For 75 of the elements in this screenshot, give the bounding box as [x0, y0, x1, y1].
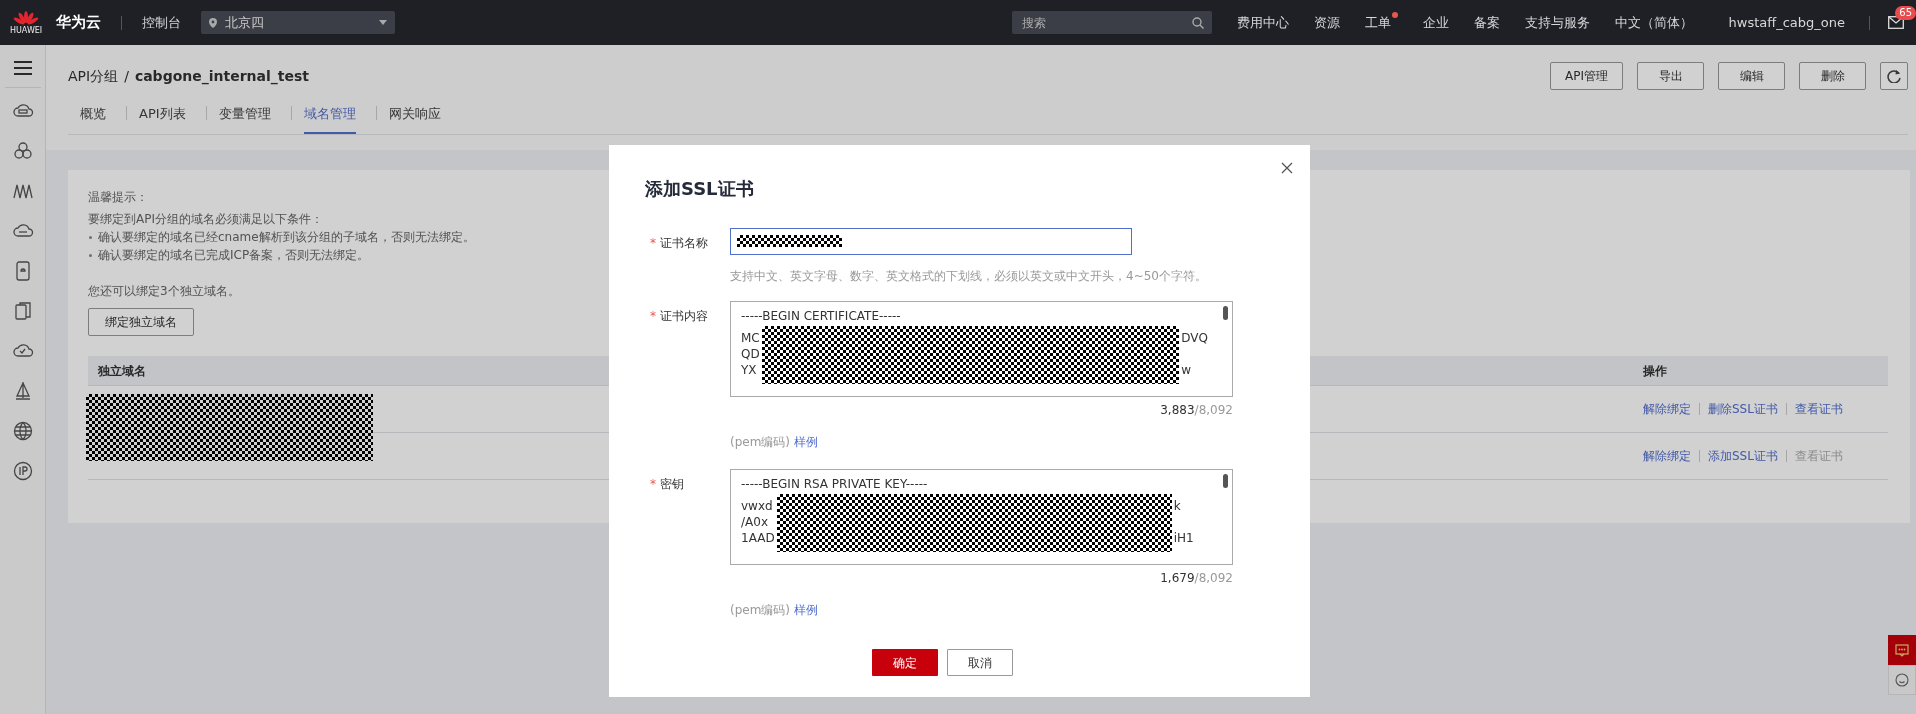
logo-caption: HUAWEI [10, 26, 43, 35]
console-link[interactable]: 控制台 [142, 12, 182, 33]
nav-link[interactable]: 工单 [1364, 12, 1398, 33]
format-note: (pem编码) 样例 [730, 434, 819, 451]
example-link[interactable]: 样例 [793, 603, 818, 617]
tab[interactable]: 变量管理 [218, 104, 271, 134]
action-button[interactable]: 编辑 [1718, 62, 1785, 90]
nav-link[interactable]: 支持与服务 [1524, 12, 1590, 33]
nav-link[interactable]: 中文（简体） [1614, 12, 1693, 33]
scrollbar-thumb[interactable] [1223, 306, 1228, 320]
tab[interactable]: 域名管理 [303, 104, 356, 134]
confirm-button[interactable]: 确定 [872, 649, 938, 676]
nav-link[interactable]: 费用中心 [1236, 12, 1289, 33]
region-dropdown[interactable]: 北京四 [201, 11, 396, 34]
action-button[interactable]: API管理 [1550, 62, 1623, 90]
action-link[interactable]: 添加SSL证书 [1708, 447, 1778, 465]
nav-link[interactable]: 企业 [1422, 12, 1449, 33]
chat-icon [1895, 643, 1909, 657]
cancel-button[interactable]: 取消 [947, 649, 1013, 676]
certificate-field[interactable]: -----BEGIN CERTIFICATE----- MC QD YX DVQ w [730, 301, 1233, 397]
nav-link[interactable]: 资源 [1313, 12, 1340, 33]
tab[interactable]: 概览 [80, 104, 106, 134]
field-label: 证书内容 [660, 308, 708, 325]
notice-text: 要绑定到API分组的域名必须满足以下条件： [88, 211, 323, 228]
bullet-dot [89, 236, 92, 239]
close-icon[interactable] [1281, 162, 1293, 174]
feedback-button[interactable] [1888, 665, 1916, 695]
flower-logo[interactable] [13, 10, 40, 27]
scrollbar-thumb[interactable] [1223, 474, 1228, 488]
user-name[interactable]: hwstaff_cabg_one [1728, 12, 1845, 33]
character-counter: 3,883/8,092 [1159, 402, 1233, 419]
circle-icon[interactable] [11, 460, 34, 482]
search-icon[interactable] [1191, 17, 1204, 29]
field-label: 密钥 [660, 476, 684, 493]
refresh-button[interactable] [1880, 62, 1908, 90]
column-header: 操作 [1633, 356, 1888, 386]
required-mark: * [650, 308, 656, 325]
required-mark: * [650, 476, 656, 493]
notice-title: 温馨提示： [88, 189, 148, 206]
action-button[interactable]: 导出 [1637, 62, 1704, 90]
action-link[interactable]: 查看证书 [1794, 400, 1843, 418]
action-link[interactable]: 解除绑定 [1643, 447, 1691, 465]
notice-text: 您还可以绑定3个独立域名。 [88, 283, 240, 300]
example-link[interactable]: 样例 [793, 435, 818, 449]
bullet-item: 确认要绑定的域名已经cname解析到该分组的子域名，否则无法绑定。 [88, 228, 475, 246]
globe-icon[interactable] [11, 420, 34, 442]
format-note: (pem编码) 样例 [730, 602, 819, 619]
bullet-item: 确认要绑定的域名已完成ICP备案，否则无法绑定。 [88, 246, 370, 264]
field-label: 证书名称 [660, 235, 708, 252]
search-field[interactable]: 搜索 [1011, 11, 1212, 34]
bullet-dot [89, 254, 92, 257]
action-button[interactable]: 删除 [1799, 62, 1866, 90]
breadcrumb-link[interactable]: API分组 [68, 66, 119, 87]
action-link[interactable]: 解除绑定 [1643, 400, 1691, 418]
name-field[interactable] [730, 228, 1132, 255]
tab[interactable]: 网关响应 [388, 104, 441, 134]
dialog-title: 添加SSL证书 [645, 177, 755, 201]
count-badge: 65 [1895, 6, 1916, 20]
nav-link[interactable]: 备案 [1473, 12, 1500, 33]
key-field[interactable]: -----BEGIN RSA PRIVATE KEY----- vwxd /A0x 1AAD k iH1 [730, 469, 1233, 565]
field-hint: 支持中文、英文字母、数字、英文格式的下划线，必须以英文或中文开头，4~50个字符。 [730, 268, 1207, 285]
refresh-icon [1887, 69, 1901, 83]
tab[interactable]: API列表 [139, 104, 186, 134]
breadcrumb-separator: / [124, 67, 129, 86]
character-counter: 1,679/8,092 [1159, 570, 1233, 587]
page-title: cabgone_internal_test [134, 67, 310, 87]
brand-name[interactable]: 华为云 [56, 11, 102, 34]
smiley-icon [1895, 673, 1909, 687]
circles-icon[interactable] [11, 140, 34, 162]
caret-icon [379, 20, 388, 25]
action-link[interactable]: 删除SSL证书 [1708, 400, 1778, 418]
required-mark: * [650, 235, 656, 252]
bind-domain-button[interactable]: 绑定独立域名 [88, 308, 194, 336]
mail-icon[interactable] [1888, 16, 1904, 29]
location-pin-icon [209, 17, 218, 28]
